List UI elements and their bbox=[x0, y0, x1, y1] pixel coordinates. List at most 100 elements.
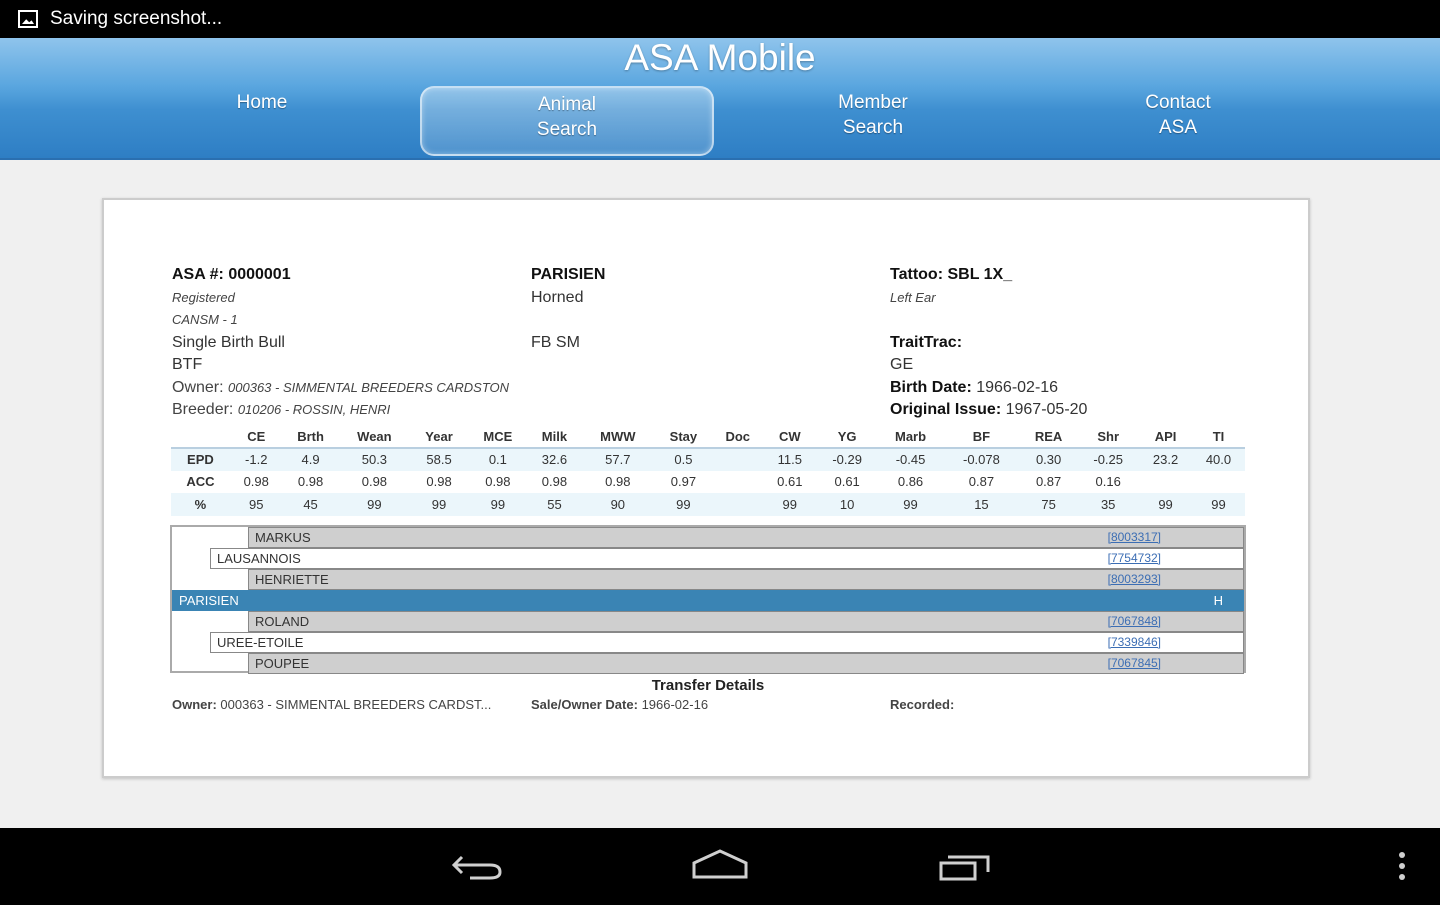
epd-cell: 32.6 bbox=[528, 448, 581, 471]
pedigree-name: LAUSANNOIS bbox=[217, 551, 301, 566]
epd-cell: -0.25 bbox=[1077, 448, 1140, 471]
asa-number: 0000001 bbox=[228, 266, 291, 283]
tattoo-location: Left Ear bbox=[890, 289, 936, 305]
home-icon[interactable] bbox=[692, 849, 748, 879]
epd-cell: 90 bbox=[580, 493, 655, 516]
notification-text: Saving screenshot... bbox=[50, 8, 223, 29]
epd-col-header: CE bbox=[229, 426, 283, 449]
pedigree-link[interactable]: [8003317] bbox=[1108, 528, 1161, 547]
epd-cell: 99 bbox=[1191, 493, 1245, 516]
epd-cell: 0.98 bbox=[361, 474, 388, 490]
birth-date-line: Birth Date: 1966-02-16 bbox=[890, 377, 1087, 400]
epd-col-header: Milk bbox=[528, 426, 581, 449]
epd-table: CE Brth Wean Year MCE Milk MWW Stay Doc CW YG Marb B… bbox=[171, 426, 1245, 516]
epd-cell: -1.2 bbox=[229, 448, 283, 471]
horned-status: Horned bbox=[531, 288, 584, 306]
epd-col-header: CW bbox=[763, 426, 817, 449]
content-area: ASA #: 0000001 Registered CANSM - 1 Sing… bbox=[0, 160, 1440, 828]
owner-value: 000363 - SIMMENTAL BREEDERS CARDSTON bbox=[228, 379, 510, 395]
epd-cell: -0.078 bbox=[942, 448, 1020, 471]
cansm-id: CANSM - 1 bbox=[172, 312, 238, 327]
epd-cell: 95 bbox=[229, 493, 283, 516]
pedigree-link[interactable]: [7067845] bbox=[1108, 654, 1161, 673]
epd-col-header: Shr bbox=[1077, 426, 1140, 449]
epd-col-header: YG bbox=[816, 426, 879, 449]
epd-cell: 99 bbox=[338, 493, 411, 516]
pedigree-row: HENRIETTE [8003293] bbox=[248, 569, 1244, 590]
animal-info-right: Tattoo: SBL 1X_ Left Ear TraitTrac: GE B… bbox=[890, 264, 1087, 422]
transfer-owner-value: 000363 - SIMMENTAL BREEDERS CARDST... bbox=[220, 697, 492, 712]
epd-cell: 35 bbox=[1077, 493, 1140, 516]
epd-cell: 0.87 bbox=[968, 474, 995, 490]
tattoo-line: Tattoo: SBL 1X_ bbox=[890, 264, 1087, 287]
epd-cell: 0.97 bbox=[670, 474, 697, 490]
btf: BTF bbox=[172, 356, 203, 373]
epd-body: EPD -1.2 4.9 50.3 58.5 0.1 32.6 57.7 0.5 11.5 -0.2… bbox=[171, 448, 1245, 516]
recent-apps-icon[interactable] bbox=[939, 855, 990, 881]
status-bar: Saving screenshot... bbox=[0, 0, 1440, 38]
nav-home[interactable]: Home bbox=[115, 86, 409, 156]
epd-cell: 50.3 bbox=[338, 448, 411, 471]
birth-date-label: Birth Date: bbox=[890, 378, 972, 396]
epd-cell: 10 bbox=[816, 493, 879, 516]
pedigree-name: MARKUS bbox=[255, 530, 311, 545]
pedigree-row: LAUSANNOIS [7754732] bbox=[210, 548, 1244, 569]
epd-cell: 99 bbox=[763, 493, 817, 516]
epd-cell: 0.98 bbox=[426, 474, 452, 490]
pedigree-link[interactable]: [7754732] bbox=[1108, 549, 1161, 568]
birth-date-value: 1966-02-16 bbox=[976, 378, 1059, 396]
epd-col-header: Brth bbox=[282, 426, 339, 449]
epd-col-header: TI bbox=[1191, 426, 1245, 449]
epd-col-header: REA bbox=[1019, 426, 1078, 449]
epd-cell: 0.98 bbox=[243, 474, 269, 490]
epd-cell: 99 bbox=[467, 493, 529, 516]
epd-col-header: Doc bbox=[712, 426, 764, 449]
epd-cell: 0.5 bbox=[654, 448, 713, 471]
pedigree-name: UREE-ETOILE bbox=[217, 635, 304, 650]
epd-row: EPD -1.2 4.9 50.3 58.5 0.1 32.6 57.7 0.5 11.5 -0.2… bbox=[171, 448, 1245, 471]
nav-contact-asa[interactable]: Contact ASA bbox=[1031, 86, 1325, 156]
pedigree-row: UREE-ETOILE [7339846] bbox=[210, 632, 1244, 653]
epd-cell: 99 bbox=[1139, 493, 1192, 516]
owner-line: Owner: 000363 - SIMMENTAL BREEDERS CARDS… bbox=[172, 377, 509, 400]
nav-member-search[interactable]: Member Search bbox=[726, 86, 1020, 156]
epd-row-label: % bbox=[171, 493, 230, 516]
sale-date-value: 1966-02-16 bbox=[641, 697, 709, 712]
epd-cell: 23.2 bbox=[1139, 448, 1192, 471]
app-title: ASA Mobile bbox=[624, 37, 816, 78]
ge-label: GE bbox=[890, 356, 914, 373]
epd-cell: 0.98 bbox=[605, 474, 631, 490]
overflow-menu-icon[interactable] bbox=[1399, 852, 1405, 880]
pedigree-row: ROLAND [7067848] bbox=[248, 611, 1244, 632]
pedigree-link[interactable]: [7339846] bbox=[1108, 633, 1161, 652]
nav-member-search-line1: Member bbox=[838, 92, 908, 113]
breeder-value: 010206 - ROSSIN, HENRI bbox=[237, 402, 391, 417]
nav-contact-line1: Contact bbox=[1145, 92, 1211, 113]
epd-cell: 99 bbox=[878, 493, 943, 516]
nav-animal-search-line1: Animal bbox=[537, 94, 597, 115]
nav-animal-search[interactable]: Animal Search bbox=[420, 86, 714, 156]
epd-cell: 0.86 bbox=[897, 474, 924, 490]
owner-label: Owner: bbox=[172, 378, 224, 396]
birth-type: Single Birth Bull bbox=[172, 333, 285, 351]
nav-member-search-line2: Search bbox=[842, 117, 904, 138]
epd-col-header: Wean bbox=[338, 426, 411, 449]
transfer-owner: Owner: 000363 - SIMMENTAL BREEDERS CARDS… bbox=[172, 697, 491, 712]
system-nav-icons bbox=[451, 849, 1405, 881]
pedigree-link[interactable]: [8003293] bbox=[1108, 570, 1161, 589]
app-header: ASA Mobile Home Animal Search Member Sea… bbox=[0, 38, 1440, 160]
epd-cell: 0.1 bbox=[467, 448, 529, 471]
epd-cell bbox=[712, 471, 763, 494]
pedigree-row: MARKUS [8003317] bbox=[248, 527, 1244, 548]
nav-contact-line2: ASA bbox=[1158, 117, 1198, 138]
sale-date-label: Sale/Owner Date: bbox=[531, 697, 638, 712]
pedigree-link[interactable]: [7067848] bbox=[1108, 612, 1161, 631]
breeder-label: Breeder: bbox=[172, 401, 234, 418]
epd-cell bbox=[712, 493, 764, 516]
epd-row: ACC 0.98 0.98 0.98 0.98 0.98 0.98 0.98 0.97 0.61 0… bbox=[171, 471, 1245, 494]
original-issue-line: Original Issue: 1967-05-20 bbox=[890, 399, 1087, 422]
asa-number-line: ASA #: 0000001 bbox=[172, 264, 509, 287]
back-icon[interactable] bbox=[451, 855, 502, 880]
epd-cell: -0.29 bbox=[816, 448, 879, 471]
